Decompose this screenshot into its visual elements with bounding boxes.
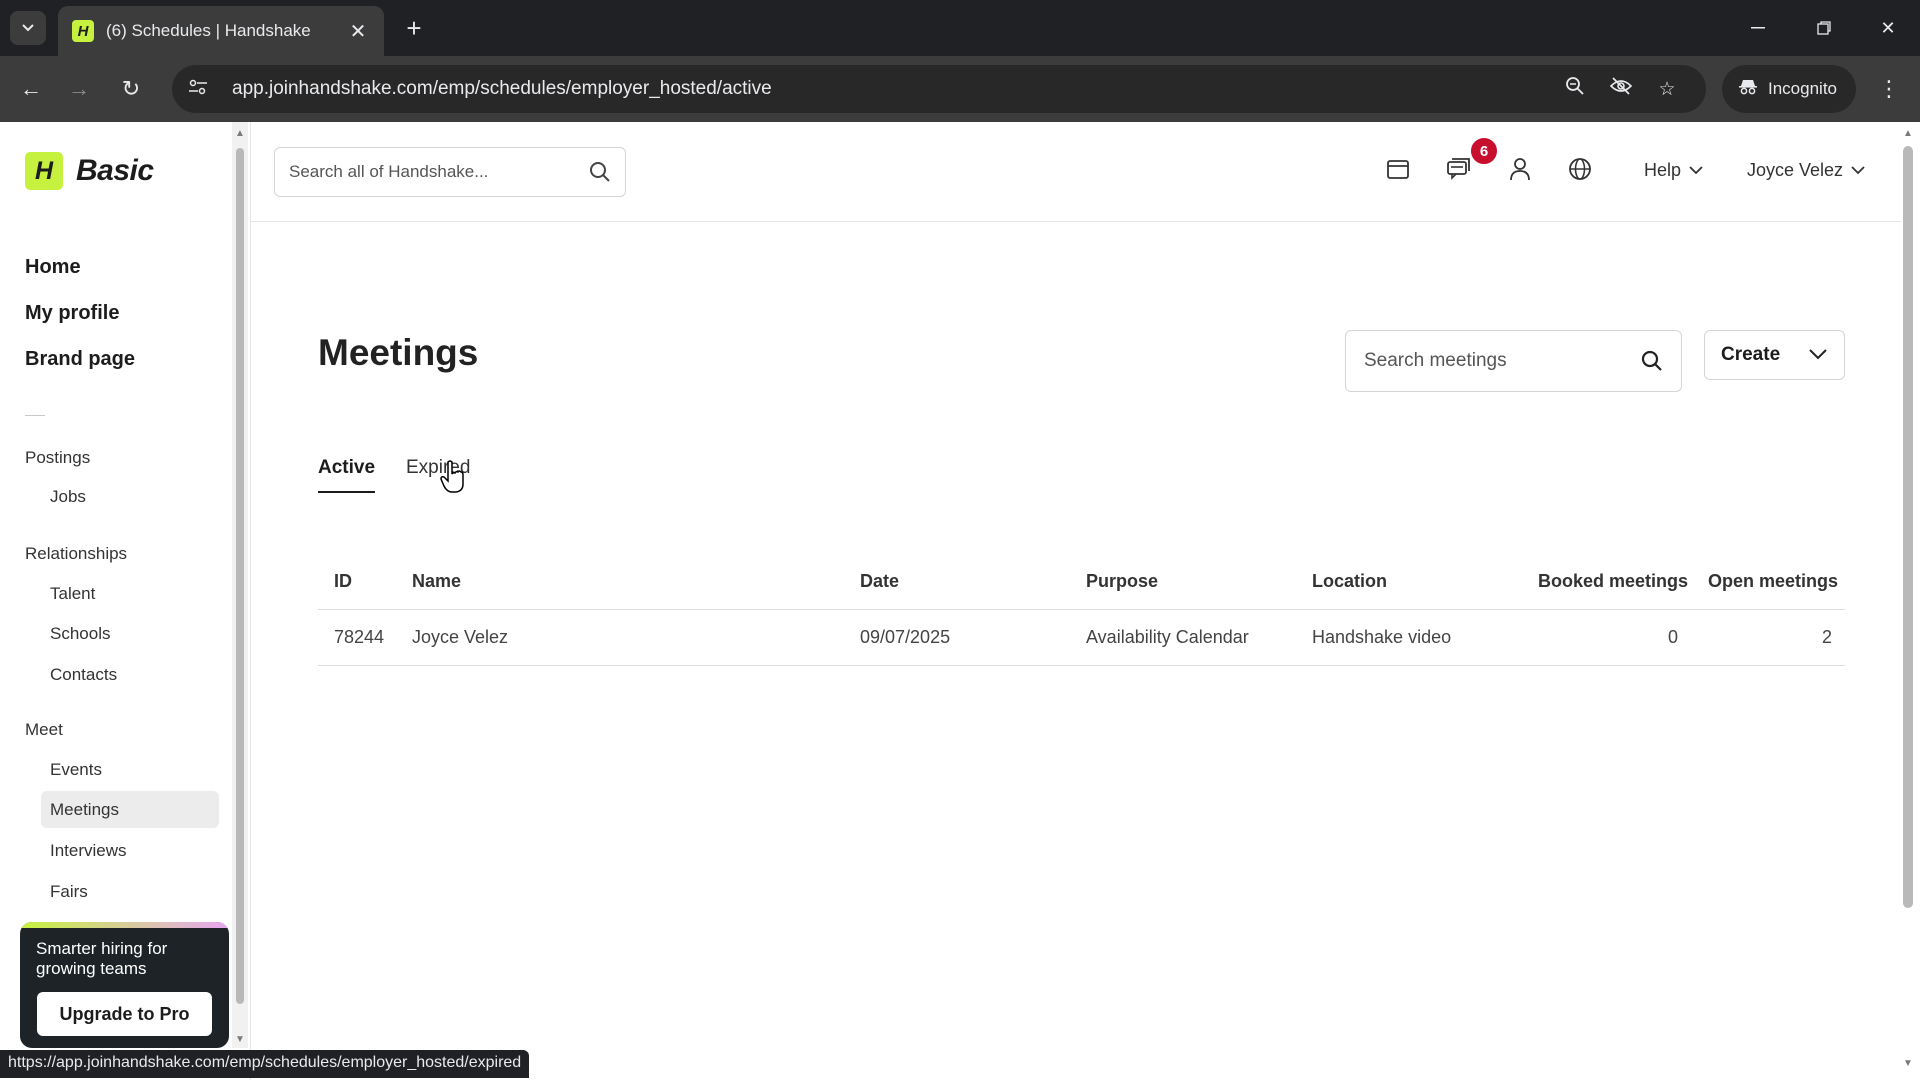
- sidebar-item-contacts[interactable]: Contacts: [50, 665, 117, 685]
- incognito-indicator[interactable]: Incognito: [1722, 65, 1856, 113]
- site-info-tune-icon[interactable]: [188, 79, 218, 100]
- omnibox[interactable]: app.joinhandshake.com/emp/schedules/empl…: [172, 65, 1706, 113]
- cell-open-meetings: 2: [1822, 627, 1833, 647]
- window-restore-icon[interactable]: [1802, 10, 1846, 46]
- incognito-label: Incognito: [1768, 79, 1837, 98]
- help-label: Help: [1644, 160, 1682, 180]
- sidebar-scrollbar-thumb[interactable]: [236, 148, 244, 1004]
- sidebar-item-schools[interactable]: Schools: [50, 624, 110, 644]
- plan-label: Basic: [76, 154, 154, 187]
- search-icon[interactable]: [1641, 350, 1663, 372]
- window-minimize-icon[interactable]: [1736, 10, 1780, 46]
- user-account-menu[interactable]: Joyce Velez: [1747, 160, 1865, 181]
- create-button[interactable]: Create: [1704, 330, 1845, 380]
- create-label: Create: [1721, 344, 1781, 365]
- sidebar-scroll-up-icon[interactable]: ▲: [234, 128, 246, 140]
- upgrade-promo-card: Smarter hiring for growing teams Upgrade…: [20, 922, 229, 1048]
- sidebar-item-home[interactable]: Home: [25, 256, 81, 279]
- sidebar-scroll-down-icon[interactable]: ▼: [234, 1034, 246, 1046]
- browser-menu-kebab-icon[interactable]: ⋮: [1872, 72, 1906, 106]
- sidebar-item-events[interactable]: Events: [50, 760, 102, 780]
- browser-tab-title: (6) Schedules | Handshake: [106, 21, 311, 40]
- meetings-search-box[interactable]: [1345, 330, 1682, 392]
- promo-text: Smarter hiring for growing teams: [36, 939, 168, 978]
- user-profile-icon[interactable]: [1503, 152, 1537, 186]
- forward-arrow-icon[interactable]: →: [62, 72, 96, 106]
- sidebar-item-my-profile[interactable]: My profile: [25, 302, 119, 325]
- cell-location: Handshake video: [1312, 627, 1452, 647]
- chevron-down-icon: [1851, 163, 1865, 178]
- help-menu[interactable]: Help: [1644, 160, 1703, 181]
- column-header-open-meetings[interactable]: Open meetings: [1708, 571, 1838, 592]
- cell-booked-meetings: 0: [1668, 627, 1679, 647]
- tab-active[interactable]: Active: [318, 457, 375, 479]
- hand-pointer-cursor-icon: [440, 460, 464, 493]
- sidebar-item-talent[interactable]: Talent: [50, 584, 95, 604]
- zoom-magnifier-icon[interactable]: [1552, 76, 1598, 102]
- globe-language-icon[interactable]: [1563, 152, 1597, 186]
- table-row-divider: [318, 665, 1845, 666]
- sidebar-item-interviews[interactable]: Interviews: [50, 841, 127, 861]
- main-scrollbar-thumb[interactable]: [1903, 146, 1913, 908]
- cell-name[interactable]: Joyce Velez: [412, 627, 508, 648]
- user-name-label: Joyce Velez: [1747, 160, 1844, 180]
- handshake-favicon-icon: H: [72, 20, 94, 42]
- browser-tab-bar: H (6) Schedules | Handshake ✕ + ✕: [0, 0, 1920, 56]
- bookmark-star-icon[interactable]: ☆: [1644, 78, 1690, 101]
- column-header-date[interactable]: Date: [860, 571, 899, 592]
- chevron-down-icon: [1808, 344, 1828, 366]
- browser-tab-active[interactable]: H (6) Schedules | Handshake ✕: [58, 6, 384, 56]
- column-header-purpose[interactable]: Purpose: [1086, 571, 1158, 592]
- calendar-icon[interactable]: [1381, 152, 1415, 186]
- tab-close-icon[interactable]: ✕: [346, 19, 370, 44]
- notification-count-badge: 6: [1469, 136, 1499, 166]
- tab-search-chevron-icon[interactable]: [10, 11, 46, 45]
- upgrade-to-pro-button[interactable]: Upgrade to Pro: [37, 992, 212, 1036]
- browser-address-bar: ← → ↻ app.joinhandshake.com/emp/schedule…: [0, 56, 1920, 122]
- sidebar-item-jobs[interactable]: Jobs: [50, 487, 86, 507]
- global-search-box[interactable]: [274, 147, 626, 197]
- column-header-booked-meetings[interactable]: Booked meetings: [1538, 571, 1688, 592]
- column-header-id[interactable]: ID: [334, 571, 352, 592]
- reload-icon[interactable]: ↻: [114, 72, 148, 106]
- meetings-search-input[interactable]: [1364, 350, 1641, 372]
- top-header: 6 Help Joyce Velez: [251, 122, 1901, 222]
- promo-gradient-strip: [20, 922, 229, 928]
- sidebar-section-meet: Meet: [25, 720, 63, 739]
- sidebar-section-relationships: Relationships: [25, 544, 128, 563]
- search-icon[interactable]: [589, 161, 611, 183]
- link-hover-status-url: https://app.joinhandshake.com/emp/schedu…: [0, 1050, 530, 1078]
- main-scroll-up-icon[interactable]: ▲: [1902, 128, 1914, 140]
- back-arrow-icon[interactable]: ←: [14, 72, 48, 106]
- column-header-location[interactable]: Location: [1312, 571, 1387, 592]
- handshake-logo[interactable]: H Basic: [25, 152, 154, 190]
- main-scroll-down-icon[interactable]: ▼: [1902, 1058, 1914, 1070]
- active-tab-underline: [318, 491, 375, 493]
- incognito-icon: [1738, 79, 1758, 100]
- page-title: Meetings: [318, 332, 479, 373]
- window-close-icon[interactable]: ✕: [1866, 10, 1910, 46]
- cell-purpose: Availability Calendar: [1086, 627, 1249, 647]
- cell-date: 09/07/2025: [860, 627, 951, 647]
- column-header-name[interactable]: Name: [412, 571, 461, 592]
- handshake-logo-icon: H: [25, 152, 63, 190]
- new-tab-plus-icon[interactable]: +: [398, 12, 430, 44]
- table-header-divider: [318, 609, 1845, 610]
- sidebar-divider: [25, 415, 45, 416]
- sidebar-item-meetings[interactable]: Meetings: [41, 791, 219, 828]
- sidebar-item-brand-page[interactable]: Brand page: [25, 348, 135, 371]
- cell-id: 78244: [334, 627, 385, 647]
- main-left-border: [250, 122, 251, 1080]
- global-search-input[interactable]: [289, 162, 589, 182]
- url-text[interactable]: app.joinhandshake.com/emp/schedules/empl…: [232, 78, 1552, 100]
- chevron-down-icon: [1689, 163, 1703, 178]
- tracking-protection-eye-off-icon[interactable]: [1598, 77, 1644, 101]
- sidebar-section-postings: Postings: [25, 448, 91, 467]
- sidebar-item-fairs[interactable]: Fairs: [50, 882, 88, 902]
